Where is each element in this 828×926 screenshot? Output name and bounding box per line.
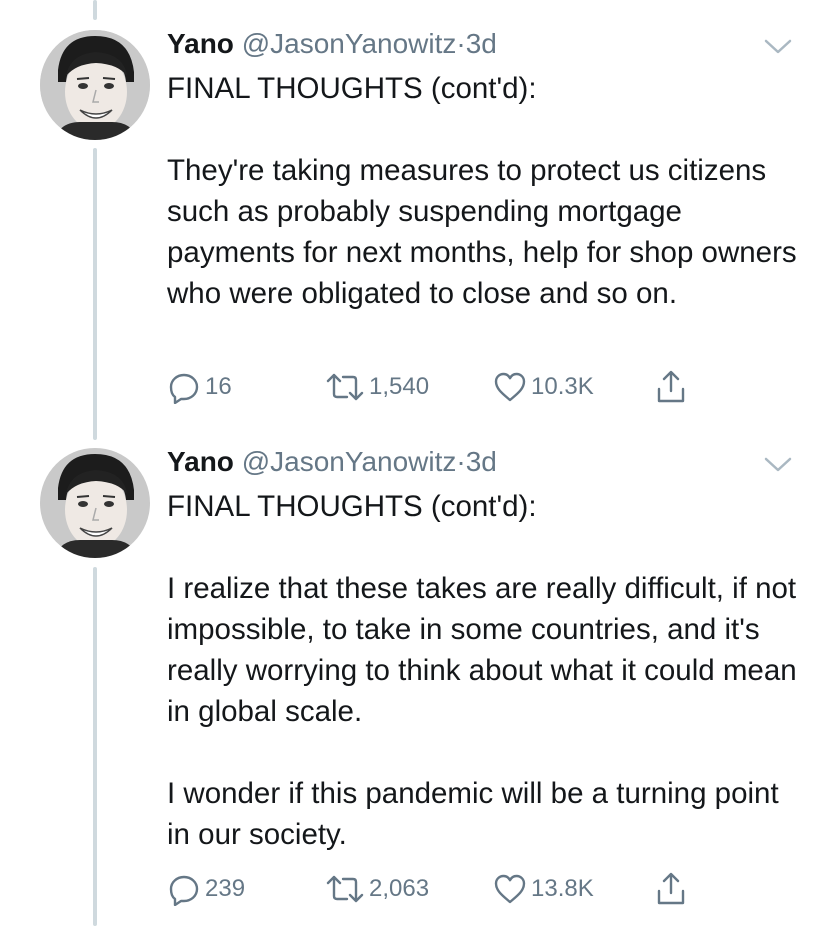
author-name[interactable]: Yano bbox=[167, 446, 234, 477]
chevron-down-icon[interactable] bbox=[762, 34, 794, 58]
separator-dot: · bbox=[456, 28, 466, 59]
tweet-actions: 16 1,540 10.3K bbox=[167, 369, 727, 405]
tweet-body: FINAL THOUGHTS (cont'd): I realize that … bbox=[167, 486, 807, 855]
retweet-count: 1,540 bbox=[369, 373, 430, 400]
separator-dot: · bbox=[456, 446, 466, 477]
reply-count: 16 bbox=[205, 373, 232, 400]
reply-icon bbox=[167, 370, 201, 404]
author-handle[interactable]: @JasonYanowitz bbox=[242, 28, 457, 59]
timestamp[interactable]: 3d bbox=[466, 446, 497, 477]
tweet-paragraph: FINAL THOUGHTS (cont'd): bbox=[167, 72, 537, 105]
heart-icon bbox=[493, 872, 527, 906]
tweet-body: FINAL THOUGHTS (cont'd): They're taking … bbox=[167, 68, 807, 314]
retweet-button[interactable]: 1,540 bbox=[325, 369, 429, 405]
like-button[interactable]: 13.8K bbox=[493, 871, 594, 907]
avatar[interactable] bbox=[40, 30, 150, 140]
share-icon bbox=[654, 871, 688, 907]
author-name[interactable]: Yano bbox=[167, 28, 234, 59]
tweet-paragraph: I wonder if this pandemic will be a turn… bbox=[167, 777, 787, 851]
reply-button[interactable]: 16 bbox=[167, 369, 232, 405]
share-button[interactable] bbox=[654, 369, 688, 405]
tweet-paragraph: FINAL THOUGHTS (cont'd): bbox=[167, 490, 537, 523]
tweet[interactable]: Yano @JasonYanowitz·3d FINAL THOUGHTS (c… bbox=[0, 0, 828, 440]
timestamp[interactable]: 3d bbox=[466, 28, 497, 59]
tweet-actions: 239 2,063 13.8K bbox=[167, 871, 727, 907]
like-count: 13.8K bbox=[531, 875, 594, 902]
retweet-icon bbox=[325, 370, 365, 404]
tweet[interactable]: Yano @JasonYanowitz·3d FINAL THOUGHTS (c… bbox=[0, 440, 828, 926]
author-handle[interactable]: @JasonYanowitz bbox=[242, 446, 457, 477]
like-count: 10.3K bbox=[531, 373, 594, 400]
reply-icon bbox=[167, 872, 201, 906]
reply-count: 239 bbox=[205, 875, 246, 902]
reply-button[interactable]: 239 bbox=[167, 871, 245, 907]
retweet-icon bbox=[325, 872, 365, 906]
tweet-header: Yano @JasonYanowitz·3d bbox=[167, 27, 497, 61]
tweet-header: Yano @JasonYanowitz·3d bbox=[167, 445, 497, 479]
share-icon bbox=[654, 369, 688, 405]
share-button[interactable] bbox=[654, 871, 688, 907]
heart-icon bbox=[493, 370, 527, 404]
tweet-paragraph: They're taking measures to protect us ci… bbox=[167, 154, 805, 310]
tweet-paragraph: I realize that these takes are really di… bbox=[167, 572, 805, 728]
retweet-button[interactable]: 2,063 bbox=[325, 871, 429, 907]
retweet-count: 2,063 bbox=[369, 875, 430, 902]
avatar[interactable] bbox=[40, 448, 150, 558]
like-button[interactable]: 10.3K bbox=[493, 369, 594, 405]
chevron-down-icon[interactable] bbox=[762, 452, 794, 476]
